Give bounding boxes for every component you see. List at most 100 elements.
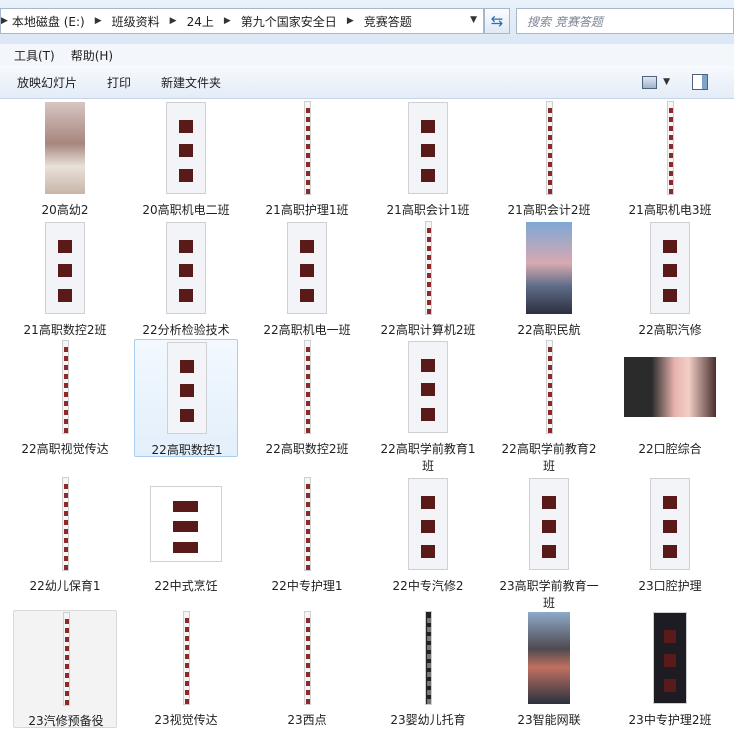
file-item[interactable]: 21高职数控2班 bbox=[13, 220, 117, 338]
file-item[interactable]: 22中专汽修2 bbox=[376, 476, 480, 594]
file-thumbnail bbox=[618, 610, 722, 706]
refresh-button[interactable]: ⇆ bbox=[484, 8, 510, 34]
thumbnail-image bbox=[166, 222, 206, 314]
file-item[interactable]: 22高职数控1 bbox=[134, 339, 238, 457]
thumbnail-image bbox=[408, 341, 448, 433]
breadcrumb-24[interactable]: 24上 bbox=[187, 13, 214, 30]
thumbnail-image bbox=[529, 478, 569, 570]
file-thumbnail bbox=[376, 610, 480, 706]
thumbnail-image bbox=[624, 357, 716, 417]
file-item[interactable]: 20高幼2 bbox=[13, 100, 117, 218]
chevron-right-icon[interactable]: ▶ bbox=[170, 16, 177, 26]
search-box[interactable]: 搜索 竞赛答题 bbox=[516, 8, 734, 34]
file-item[interactable]: 23视觉传达 bbox=[134, 610, 238, 728]
view-options-dropdown-icon[interactable]: ▼ bbox=[663, 77, 670, 87]
file-thumbnail bbox=[14, 611, 118, 707]
file-item[interactable]: 22分析检验技术 bbox=[134, 220, 238, 338]
file-item[interactable]: 21高职会计1班 bbox=[376, 100, 480, 218]
file-item[interactable]: 22高职机电一班 bbox=[255, 220, 359, 338]
file-item[interactable]: 22高职数控2班 bbox=[255, 339, 359, 457]
chevron-right-icon[interactable]: ▶ bbox=[347, 16, 354, 26]
file-item[interactable]: 21高职机电3班 bbox=[618, 100, 722, 218]
file-item[interactable]: 22幼儿保育1 bbox=[13, 476, 117, 594]
file-item[interactable]: 23口腔护理 bbox=[618, 476, 722, 594]
breadcrumb-class-materials[interactable]: 班级资料 bbox=[112, 13, 160, 30]
file-thumbnail bbox=[497, 220, 601, 316]
file-name: 21高职机电3班 bbox=[628, 203, 712, 217]
preview-pane-icon[interactable] bbox=[692, 74, 708, 90]
file-thumbnail bbox=[618, 339, 722, 435]
file-name: 22高职数控1 bbox=[151, 443, 223, 457]
file-name: 21高职会计2班 bbox=[507, 203, 591, 217]
file-item[interactable]: 22中式烹饪 bbox=[134, 476, 238, 594]
file-thumbnail bbox=[13, 476, 117, 572]
file-name: 22高职计算机2班 bbox=[380, 323, 476, 337]
thumbnail-image bbox=[61, 340, 69, 434]
menu-help[interactable]: 帮助(H) bbox=[71, 47, 113, 64]
file-item[interactable]: 22口腔综合 bbox=[618, 339, 722, 457]
breadcrumb-drive[interactable]: 本地磁盘 (E:) bbox=[12, 13, 85, 30]
chevron-right-icon[interactable]: ▶ bbox=[95, 16, 102, 26]
file-name: 22中专汽修2 bbox=[392, 579, 464, 593]
thumbnail-image bbox=[650, 478, 690, 570]
thumbnail-image bbox=[545, 101, 553, 195]
file-thumbnail bbox=[255, 610, 359, 706]
chevron-right-icon[interactable]: ▶ bbox=[224, 16, 231, 26]
file-item[interactable]: 20高职机电二班 bbox=[134, 100, 238, 218]
file-name: 22幼儿保育1 bbox=[29, 579, 101, 593]
file-item[interactable]: 23汽修预备役 bbox=[13, 610, 117, 728]
file-thumbnail bbox=[134, 220, 238, 316]
file-name: 22口腔综合 bbox=[638, 442, 702, 456]
file-item[interactable]: 22高职计算机2班 bbox=[376, 220, 480, 338]
breadcrumb-quiz[interactable]: 竞赛答题 bbox=[364, 13, 412, 30]
thumbnail-image bbox=[424, 611, 432, 705]
file-item[interactable]: 23婴幼儿托育 bbox=[376, 610, 480, 728]
file-thumbnail bbox=[13, 100, 117, 196]
file-item[interactable]: 22高职汽修 bbox=[618, 220, 722, 338]
file-item[interactable]: 22高职学前教育1班 bbox=[376, 339, 480, 473]
menu-tools[interactable]: 工具(T) bbox=[14, 47, 55, 64]
search-placeholder: 搜索 竞赛答题 bbox=[527, 14, 603, 29]
print-button[interactable]: 打印 bbox=[107, 74, 131, 91]
file-name: 22高职学前教育2班 bbox=[501, 442, 597, 473]
address-history-dropdown-icon[interactable]: ▼ bbox=[470, 15, 477, 25]
file-item[interactable]: 21高职会计2班 bbox=[497, 100, 601, 218]
file-thumbnail bbox=[134, 476, 238, 572]
file-item[interactable]: 22中专护理1 bbox=[255, 476, 359, 594]
thumbnail-image bbox=[528, 612, 570, 704]
file-thumbnail bbox=[618, 220, 722, 316]
file-name: 21高职数控2班 bbox=[23, 323, 107, 337]
file-item[interactable]: 21高职护理1班 bbox=[255, 100, 359, 218]
file-item[interactable]: 23智能网联 bbox=[497, 610, 601, 728]
change-view-icon[interactable] bbox=[642, 75, 658, 89]
file-name: 22高职汽修 bbox=[638, 323, 702, 337]
file-thumbnail bbox=[376, 100, 480, 196]
file-name: 22高职数控2班 bbox=[265, 442, 349, 456]
chevron-right-icon[interactable]: ▶ bbox=[1, 16, 8, 26]
file-item[interactable]: 22高职学前教育2班 bbox=[497, 339, 601, 473]
file-name: 23智能网联 bbox=[517, 713, 581, 727]
file-name: 23视觉传达 bbox=[154, 713, 218, 727]
file-name: 21高职护理1班 bbox=[265, 203, 349, 217]
file-thumbnail bbox=[255, 476, 359, 572]
new-folder-button[interactable]: 新建文件夹 bbox=[161, 74, 221, 91]
file-item[interactable]: 23中专护理2班 bbox=[618, 610, 722, 728]
thumbnail-image bbox=[287, 222, 327, 314]
file-name: 23婴幼儿托育 bbox=[390, 713, 466, 727]
thumbnail-image bbox=[62, 612, 70, 706]
menu-bar: 工具(T) 帮助(H) bbox=[0, 44, 734, 67]
file-item[interactable]: 23西点 bbox=[255, 610, 359, 728]
file-item[interactable]: 23高职学前教育一班 bbox=[497, 476, 601, 610]
file-item[interactable]: 22高职民航 bbox=[497, 220, 601, 338]
slideshow-button[interactable]: 放映幻灯片 bbox=[17, 74, 77, 91]
thumbnail-image bbox=[303, 101, 311, 195]
address-bar-area: ▶ 本地磁盘 (E:) ▶ 班级资料 ▶ 24上 ▶ 第九个国家安全日 ▶ 竞赛… bbox=[0, 0, 734, 44]
address-bar[interactable]: ▶ 本地磁盘 (E:) ▶ 班级资料 ▶ 24上 ▶ 第九个国家安全日 ▶ 竞赛… bbox=[0, 8, 484, 34]
breadcrumb-security-day[interactable]: 第九个国家安全日 bbox=[241, 13, 337, 30]
thumbnail-image bbox=[45, 222, 85, 314]
file-thumbnail bbox=[135, 340, 239, 436]
file-thumbnail bbox=[497, 100, 601, 196]
thumbnail-image bbox=[408, 102, 448, 194]
file-name: 23汽修预备役 bbox=[28, 714, 104, 728]
file-item[interactable]: 22高职视觉传达 bbox=[13, 339, 117, 457]
